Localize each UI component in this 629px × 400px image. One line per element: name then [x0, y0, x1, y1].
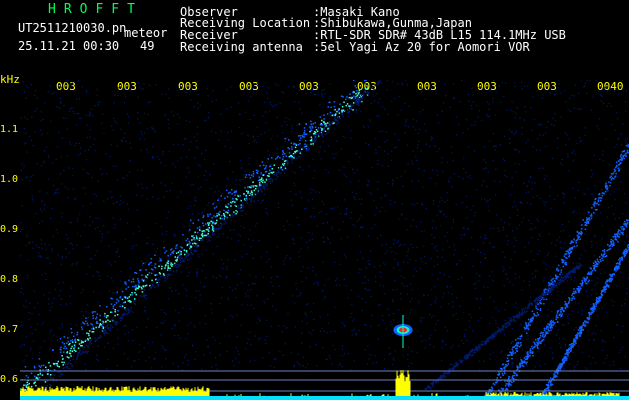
spectrogram-plot: [20, 80, 629, 400]
count-label: 49: [140, 39, 155, 53]
app-title: HROFFT: [48, 2, 143, 17]
y-tick-0.7: 0.7: [0, 324, 19, 335]
datetime-label: 25.11.21 00:30: [18, 39, 120, 53]
info-label-antenna: Receiving antenna: [180, 40, 303, 54]
y-tick-0.8: 0.8: [0, 274, 19, 285]
y-tick-0.9: 0.9: [0, 224, 19, 235]
mode-label: meteor: [124, 26, 168, 40]
filename-label: UT2511210030.pn: [18, 21, 127, 35]
y-tick-1.0: 1.0: [0, 174, 19, 185]
hrofft-window: HROFFT UT2511210030.pn meteor 25.11.21 0…: [0, 0, 629, 400]
info-value-antenna: :5el Yagi Az 20 for Aomori VOR: [313, 40, 530, 54]
y-axis-unit: kHz: [0, 73, 20, 86]
meteor-echo: [393, 315, 413, 348]
signal-level-bars: [20, 370, 620, 396]
y-tick-0.6: 0.6: [0, 374, 19, 385]
baseline-bar: [20, 396, 629, 400]
y-tick-1.1: 1.1: [0, 124, 19, 135]
